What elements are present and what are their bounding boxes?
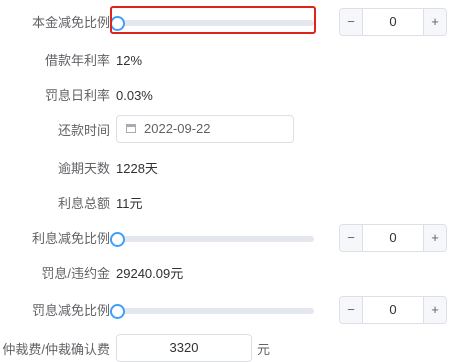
penalty-ratio-input[interactable]: 0 (363, 297, 423, 323)
repayment-time-row: 还款时间 2022-09-22 (0, 115, 474, 143)
interest-ratio-stepper: − 0 + (339, 224, 447, 252)
slider-thumb[interactable] (110, 232, 125, 247)
repayment-time-label: 还款时间 (57, 123, 110, 138)
loan-annual-rate-row: 借款年利率 12% (0, 49, 474, 73)
interest-total-value: 11元 (116, 196, 143, 211)
interest-total-label: 利息总额 (57, 196, 110, 211)
penalty-daily-rate-label: 罚息日利率 (44, 88, 110, 103)
principal-ratio-stepper: − 0 + (339, 8, 447, 36)
slider-track[interactable] (116, 308, 314, 314)
arbitration-fee-value[interactable]: 3320 (117, 335, 251, 361)
penalty-ratio-stepper: − 0 + (339, 296, 447, 324)
currency-suffix: 元 (257, 342, 271, 357)
arbitration-fee-input[interactable]: 3320 (116, 334, 252, 362)
highlight-box (110, 6, 316, 34)
penalty-ratio-row: 罚息减免比例 − 0 + (0, 296, 474, 324)
repayment-date-picker[interactable]: 2022-09-22 (116, 115, 294, 143)
principal-ratio-input[interactable]: 0 (363, 9, 423, 35)
penalty-ratio-slider[interactable] (108, 299, 314, 323)
overdue-days-value: 1228天 (116, 161, 158, 176)
interest-ratio-row: 利息减免比例 − 0 + (0, 224, 474, 252)
calendar-icon (126, 124, 136, 133)
interest-ratio-input[interactable]: 0 (363, 225, 423, 251)
slider-track[interactable] (116, 236, 314, 242)
increase-button[interactable]: + (423, 225, 446, 251)
penalty-amount-label: 罚息/违约金 (41, 266, 110, 281)
decrease-button[interactable]: − (340, 9, 363, 35)
decrease-button[interactable]: − (340, 297, 363, 323)
penalty-daily-rate-row: 罚息日利率 0.03% (0, 84, 474, 108)
increase-button[interactable]: + (423, 9, 446, 35)
overdue-days-row: 逾期天数 1228天 (0, 157, 474, 181)
decrease-button[interactable]: − (340, 225, 363, 251)
slider-thumb[interactable] (110, 304, 125, 319)
loan-annual-rate-value: 12% (116, 53, 143, 68)
arbitration-fee-label: 仲裁费/仲裁确认费 (2, 342, 110, 357)
penalty-ratio-label: 罚息减免比例 (31, 303, 110, 318)
penalty-daily-rate-value: 0.03% (116, 88, 153, 103)
interest-ratio-slider[interactable] (108, 227, 314, 251)
repayment-date-value[interactable]: 2022-09-22 (144, 116, 211, 142)
overdue-days-label: 逾期天数 (57, 161, 110, 176)
principal-ratio-label: 本金减免比例 (31, 15, 110, 30)
interest-total-row: 利息总额 11元 (0, 192, 474, 216)
interest-ratio-label: 利息减免比例 (31, 231, 110, 246)
loan-annual-rate-label: 借款年利率 (44, 53, 110, 68)
arbitration-fee-row: 仲裁费/仲裁确认费 3320 元 (0, 334, 474, 362)
increase-button[interactable]: + (423, 297, 446, 323)
penalty-amount-value: 29240.09元 (116, 266, 184, 281)
penalty-amount-row: 罚息/违约金 29240.09元 (0, 262, 474, 286)
